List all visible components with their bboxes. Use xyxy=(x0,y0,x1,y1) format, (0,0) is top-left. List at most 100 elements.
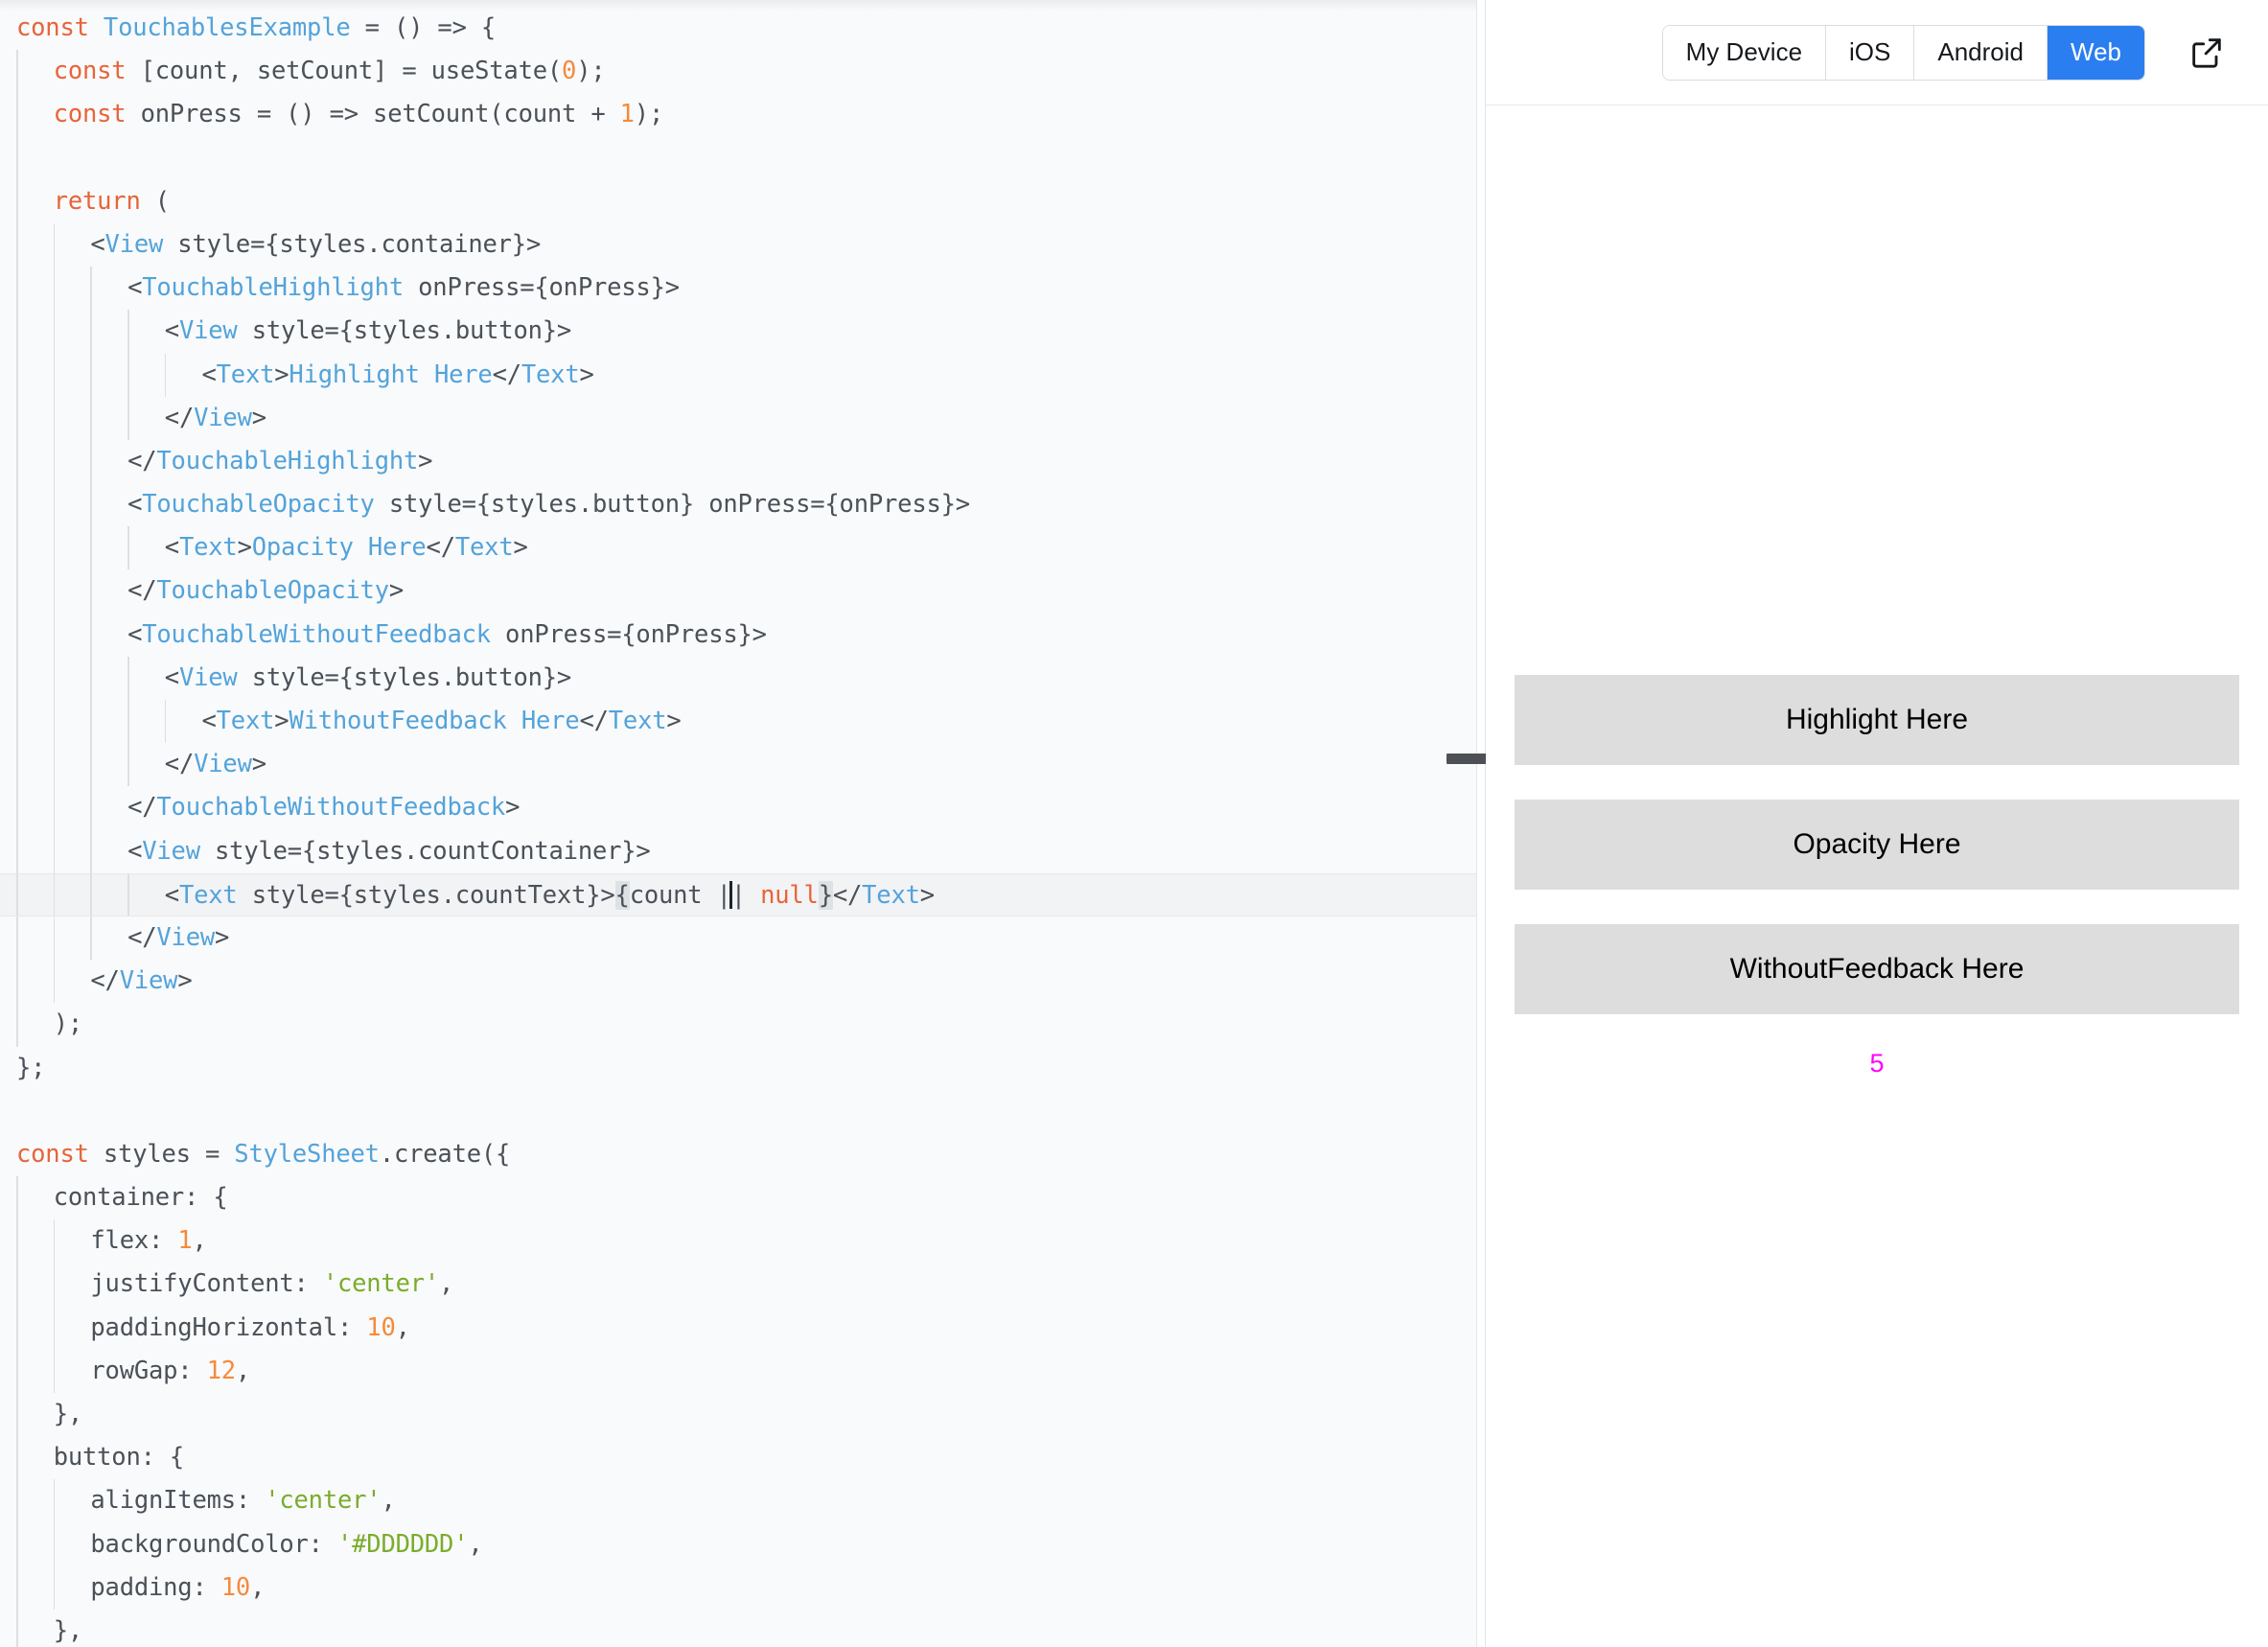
code-line[interactable]: </View> xyxy=(0,396,1476,440)
code-line[interactable]: paddingHorizontal: 10, xyxy=(0,1306,1476,1350)
code-content[interactable]: const TouchablesExample = () => {const [… xyxy=(0,0,1476,1647)
platform-tab-web[interactable]: Web xyxy=(2048,25,2144,80)
code-token-tag: TouchableHighlight xyxy=(142,273,404,303)
code-line[interactable]: const [count, setCount] = useState(0); xyxy=(0,50,1476,94)
code-line[interactable]: </View> xyxy=(0,916,1476,961)
code-token-pl: .create({ xyxy=(379,1139,511,1169)
code-token-pl: , xyxy=(395,1312,410,1342)
code-line[interactable]: justifyContent: 'center', xyxy=(0,1263,1476,1307)
code-line[interactable]: <View style={styles.button}> xyxy=(0,656,1476,700)
code-token-pl: > xyxy=(579,360,594,389)
code-token-pl: < xyxy=(127,836,143,866)
code-line[interactable] xyxy=(0,1090,1476,1133)
code-line[interactable]: flex: 1, xyxy=(0,1219,1476,1264)
touchable-opacity-button[interactable]: Opacity Here xyxy=(1515,799,2239,890)
code-line[interactable] xyxy=(0,136,1476,180)
code-line[interactable]: <Text>WithoutFeedback Here</Text> xyxy=(0,700,1476,744)
code-token-pl: > xyxy=(251,750,266,779)
code-token-tag: Text xyxy=(178,533,238,563)
code-line-text: </View> xyxy=(16,966,192,995)
code-line[interactable]: </TouchableOpacity> xyxy=(0,569,1476,614)
code-line[interactable]: return ( xyxy=(0,179,1476,223)
code-line[interactable]: <TouchableWithoutFeedback onPress={onPre… xyxy=(0,613,1476,657)
code-token-num: 0 xyxy=(562,57,577,86)
code-token-pl: onPress={onPress}> xyxy=(404,273,680,303)
code-token-pl: ); xyxy=(576,57,606,86)
code-line[interactable]: }, xyxy=(0,1393,1476,1437)
code-line[interactable]: const onPress = () => setCount(count + 1… xyxy=(0,93,1476,137)
code-token-kw: const xyxy=(16,13,89,42)
code-token-kw: const xyxy=(53,57,127,86)
code-line[interactable]: </TouchableHighlight> xyxy=(0,439,1476,484)
code-line[interactable]: </View> xyxy=(0,960,1476,1004)
code-token-pl: style={styles.container}> xyxy=(163,229,542,259)
code-token-pl: styles = xyxy=(88,1139,235,1169)
code-token-pl: </ xyxy=(164,403,195,432)
code-line-text: flex: 1, xyxy=(16,1226,206,1256)
code-token-pl: < xyxy=(127,273,143,303)
code-token-pl: > xyxy=(177,966,193,996)
code-token-pl: > xyxy=(388,576,404,606)
platform-tab-ios[interactable]: iOS xyxy=(1826,25,1915,80)
code-line-active[interactable]: <Text style={styles.countText}>{count ||… xyxy=(0,872,1476,916)
code-line[interactable]: <TouchableOpacity style={styles.button} … xyxy=(0,483,1476,527)
code-line-text: </View> xyxy=(16,923,229,952)
external-link-icon[interactable] xyxy=(2186,32,2228,74)
pane-splitter[interactable] xyxy=(1446,0,1500,1647)
code-line[interactable]: backgroundColor: '#DDDDDD', xyxy=(0,1522,1476,1566)
code-token-pl: > xyxy=(274,707,289,735)
code-line[interactable]: <Text>Opacity Here</Text> xyxy=(0,526,1476,570)
code-token-pl: style={styles.button}> xyxy=(237,316,572,346)
touchable-without-feedback-button[interactable]: WithoutFeedback Here xyxy=(1515,923,2239,1014)
platform-tab-my-device[interactable]: My Device xyxy=(1662,25,1827,80)
code-line[interactable]: <TouchableHighlight onPress={onPress}> xyxy=(0,267,1476,311)
code-line[interactable]: padding: 10, xyxy=(0,1566,1476,1610)
code-token-pl: < xyxy=(164,533,179,563)
code-token-pl: button: { xyxy=(53,1443,185,1473)
code-token-pl: < xyxy=(164,316,179,346)
code-token-kw: const xyxy=(53,100,127,129)
code-line-text: padding: 10, xyxy=(16,1573,265,1602)
code-line[interactable]: const styles = StyleSheet.create({ xyxy=(0,1133,1476,1176)
code-line[interactable]: </View> xyxy=(0,743,1476,787)
code-token-tag: View xyxy=(194,750,252,779)
code-line[interactable]: <View style={styles.container}> xyxy=(0,222,1476,267)
platform-segmented-control[interactable]: My Device iOS Android Web xyxy=(1661,24,2145,81)
code-token-pl: </ xyxy=(127,576,157,606)
code-token-pl: [count, setCount] = useState( xyxy=(126,57,563,86)
code-line[interactable]: <View style={styles.button}> xyxy=(0,310,1476,354)
code-line[interactable]: }; xyxy=(0,1047,1476,1090)
code-token-pl: </ xyxy=(127,793,157,823)
code-token-num: 10 xyxy=(220,1572,251,1602)
code-token-pl: > xyxy=(251,403,266,432)
code-line[interactable]: ); xyxy=(0,1003,1476,1047)
code-editor-pane[interactable]: const TouchablesExample = () => {const [… xyxy=(0,0,1476,1647)
touchable-opacity-label: Opacity Here xyxy=(1793,827,1961,860)
code-line-text: <TouchableOpacity style={styles.button} … xyxy=(16,490,970,519)
code-line[interactable]: <View style={styles.countContainer}> xyxy=(0,829,1476,873)
code-line[interactable]: }, xyxy=(0,1609,1476,1647)
code-token-tag: StyleSheet xyxy=(234,1139,380,1169)
code-token-tag: Text xyxy=(454,533,514,563)
code-line-text: const onPress = () => setCount(count + 1… xyxy=(16,100,664,129)
code-line-text: backgroundColor: '#DDDDDD', xyxy=(16,1530,482,1559)
code-token-pl: flex: xyxy=(90,1226,178,1256)
code-line[interactable]: alignItems: 'center', xyxy=(0,1479,1476,1523)
code-token-tag: TouchableOpacity xyxy=(156,576,389,606)
code-line[interactable]: const TouchablesExample = () => { xyxy=(0,7,1476,50)
code-line-text: </TouchableHighlight> xyxy=(16,447,432,476)
code-token-tag: View xyxy=(156,922,216,952)
code-token-pl: </ xyxy=(164,750,195,779)
code-line[interactable]: </TouchableWithoutFeedback> xyxy=(0,786,1476,830)
code-token-pl: > xyxy=(505,793,521,823)
platform-tab-android[interactable]: Android xyxy=(1914,25,2048,80)
code-line[interactable]: rowGap: 12, xyxy=(0,1349,1476,1393)
code-line[interactable]: <Text>Highlight Here</Text> xyxy=(0,353,1476,397)
code-token-pl: </ xyxy=(127,922,157,952)
code-line[interactable]: button: { xyxy=(0,1436,1476,1480)
code-token-pl: paddingHorizontal: xyxy=(90,1312,367,1342)
code-line[interactable]: container: { xyxy=(0,1176,1476,1220)
touchable-highlight-button[interactable]: Highlight Here xyxy=(1515,674,2239,765)
code-scroll-area[interactable]: const TouchablesExample = () => {const [… xyxy=(0,0,1476,1647)
